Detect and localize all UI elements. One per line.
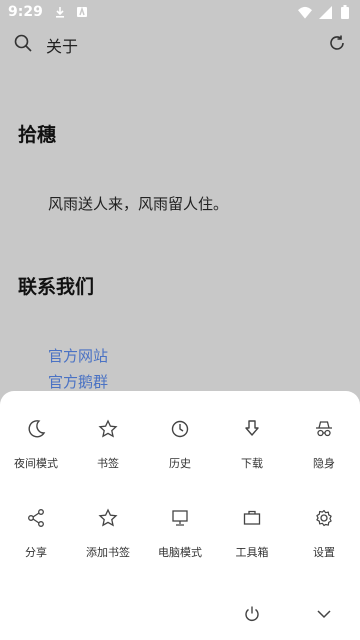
clock-icon: [168, 417, 192, 441]
menu-night-mode[interactable]: 夜间模式: [0, 417, 72, 471]
download-notification-icon: [53, 5, 67, 19]
status-time: 9:29: [8, 4, 43, 20]
power-icon: [243, 605, 261, 627]
power-exit-button[interactable]: [238, 602, 266, 630]
page-title[interactable]: 关于: [46, 33, 78, 57]
menu-label: 历史: [169, 457, 191, 470]
top-toolbar: 关于: [0, 24, 360, 66]
menu-label: 分享: [25, 546, 47, 559]
chevron-down-icon: [315, 605, 333, 627]
menu-bookmarks[interactable]: 书签: [72, 417, 144, 471]
battery-icon: [338, 5, 352, 19]
menu-download[interactable]: 下载: [216, 417, 288, 471]
gear-icon: [312, 506, 336, 530]
menu-label: 隐身: [313, 457, 335, 470]
status-bar: 9:29: [0, 0, 360, 24]
menu-incognito[interactable]: 隐身: [288, 417, 360, 471]
menu-add-bookmark[interactable]: 添加书签: [72, 506, 144, 560]
motto-text: 风雨送人来，风雨留人住。: [48, 195, 229, 213]
share-icon: [24, 506, 48, 530]
menu-sheet: 夜间模式 书签 历史 下载 隐身 分享 添加书签 电脑模式 工具箱 设置: [0, 391, 360, 640]
heading-shisui: 拾穗: [18, 124, 57, 146]
collapse-menu-button[interactable]: [310, 602, 338, 630]
briefcase-icon: [240, 506, 264, 530]
menu-label: 电脑模式: [158, 546, 202, 559]
link-official-site[interactable]: 官方网站: [48, 345, 108, 366]
menu-share[interactable]: 分享: [0, 506, 72, 560]
menu-label: 书签: [97, 457, 119, 470]
menu-settings[interactable]: 设置: [288, 506, 360, 560]
wifi-icon: [298, 5, 312, 19]
menu-label: 下载: [241, 457, 263, 470]
signal-icon: [318, 5, 332, 19]
incognito-icon: [312, 417, 336, 441]
monitor-icon: [168, 506, 192, 530]
refresh-icon[interactable]: [328, 34, 346, 56]
menu-label: 添加书签: [86, 546, 130, 559]
link-official-group[interactable]: 官方鹅群: [48, 371, 108, 392]
star-add-icon: [96, 506, 120, 530]
menu-toolbox[interactable]: 工具箱: [216, 506, 288, 560]
menu-desktop-mode[interactable]: 电脑模式: [144, 506, 216, 560]
menu-label: 夜间模式: [14, 457, 58, 470]
app-notification-icon: [75, 5, 89, 19]
menu-label: 工具箱: [235, 546, 269, 559]
star-icon: [96, 417, 120, 441]
menu-label: 设置: [313, 546, 335, 559]
heading-contact: 联系我们: [18, 276, 95, 298]
search-icon[interactable]: [14, 34, 32, 56]
moon-icon: [24, 417, 48, 441]
menu-history[interactable]: 历史: [144, 417, 216, 471]
download-icon: [240, 417, 264, 441]
